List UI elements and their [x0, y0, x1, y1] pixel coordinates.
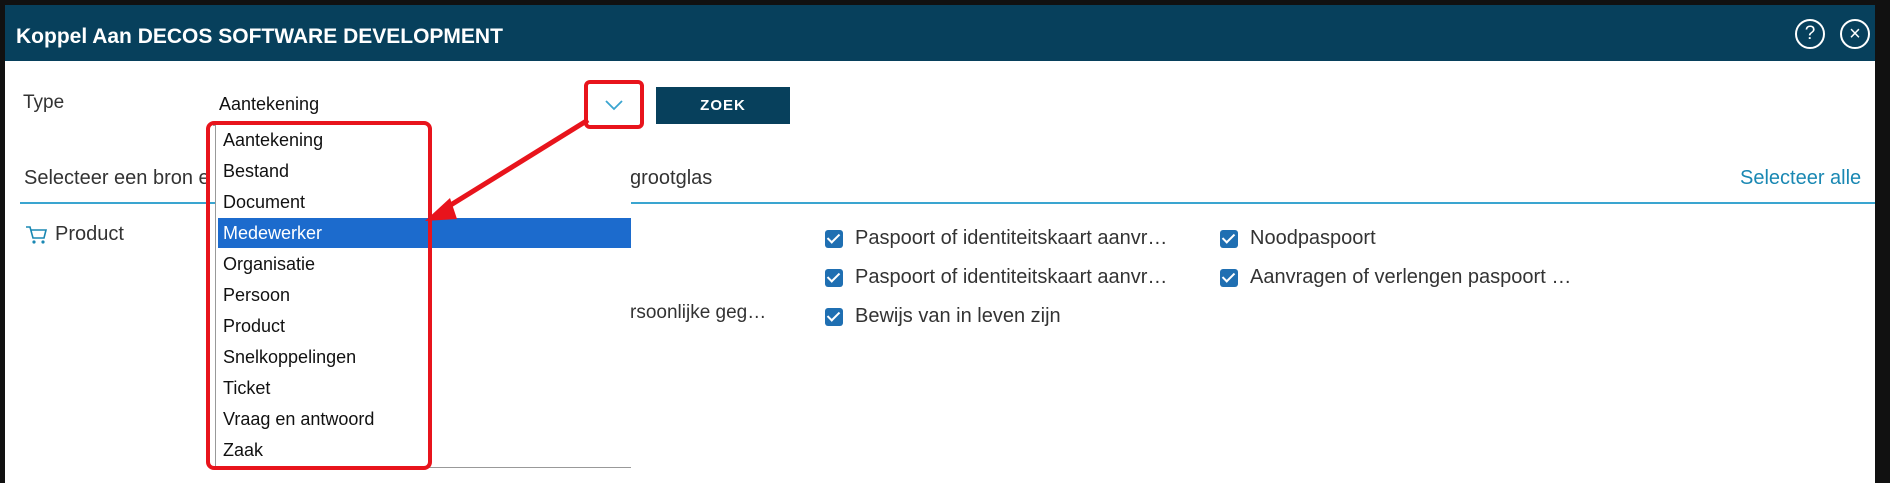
result-item[interactable]: Paspoort of identiteitskaart aanvr… — [825, 266, 1167, 289]
result-item-label: Noodpaspoort — [1250, 227, 1376, 249]
help-button[interactable]: ? — [1795, 19, 1825, 49]
select-source-text: Selecteer een bron e — [24, 167, 210, 189]
result-item[interactable]: Aanvragen of verlengen paspoort … — [1220, 266, 1571, 289]
personal-data-item-label: rsoonlijke geg… — [630, 302, 767, 323]
type-select-value: Aantekening — [219, 94, 320, 114]
dropdown-option[interactable]: Ticket — [218, 373, 631, 403]
select-all-link[interactable]: Selecteer alle — [1740, 167, 1861, 190]
dropdown-option[interactable]: Product — [218, 311, 631, 341]
link-dialog: Koppel Aan DECOS SOFTWARE DEVELOPMENT ? … — [5, 5, 1875, 483]
close-icon: × — [1849, 22, 1861, 45]
help-icon: ? — [1804, 23, 1816, 44]
checkbox[interactable] — [825, 229, 843, 248]
type-select[interactable]: Aantekening — [213, 85, 638, 126]
dropdown-option[interactable]: Zaak — [218, 435, 631, 465]
dropdown-option[interactable]: Persoon — [218, 280, 631, 310]
checkbox[interactable] — [1220, 229, 1238, 248]
category-product[interactable]: Product — [25, 223, 124, 246]
shopping-cart-icon — [26, 225, 48, 244]
search-button[interactable]: ZOEK — [656, 87, 790, 124]
result-item[interactable]: Bewijs van in leven zijn — [825, 305, 1061, 328]
checkbox[interactable] — [1220, 268, 1238, 287]
result-item-label: Bewijs van in leven zijn — [855, 305, 1061, 327]
chevron-down-icon[interactable] — [593, 89, 635, 121]
result-item-label: Aanvragen of verlengen paspoort … — [1250, 266, 1572, 288]
dropdown-option[interactable]: Bestand — [218, 156, 631, 186]
type-label: Type — [23, 92, 65, 113]
dropdown-option[interactable]: Document — [218, 187, 631, 217]
dropdown-option[interactable]: Organisatie — [218, 249, 631, 279]
category-product-label: Product — [55, 223, 124, 245]
checkbox[interactable] — [825, 268, 843, 287]
type-dropdown-list: Aantekening Bestand Document Medewerker … — [215, 125, 631, 468]
dialog-titlebar: Koppel Aan DECOS SOFTWARE DEVELOPMENT ? … — [5, 5, 1875, 61]
checkbox[interactable] — [825, 307, 843, 326]
dropdown-option-highlighted[interactable]: Medewerker — [218, 218, 631, 248]
result-item-label: Paspoort of identiteitskaart aanvr… — [855, 266, 1168, 288]
dropdown-option[interactable]: Vraag en antwoord — [218, 404, 631, 434]
result-item[interactable]: Paspoort of identiteitskaart aanvr… — [825, 227, 1167, 250]
result-item[interactable]: Noodpaspoort — [1220, 227, 1376, 250]
dialog-title: Koppel Aan DECOS SOFTWARE DEVELOPMENT — [16, 25, 503, 48]
close-button[interactable]: × — [1840, 19, 1870, 49]
dropdown-option[interactable]: Aantekening — [218, 125, 631, 155]
dropdown-option[interactable]: Snelkoppelingen — [218, 342, 631, 372]
magnifier-hint-text: grootglas — [630, 167, 713, 189]
result-item-label: Paspoort of identiteitskaart aanvr… — [855, 227, 1168, 249]
